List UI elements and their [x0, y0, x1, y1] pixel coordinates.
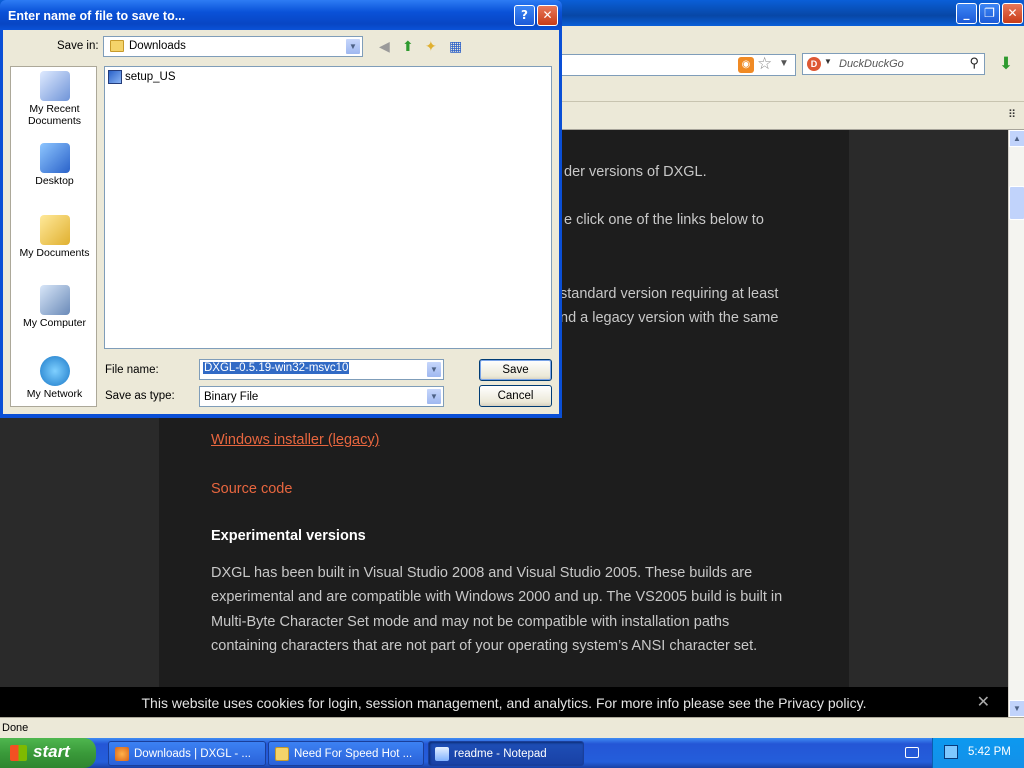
save-file-dialog: Enter name of file to save to... ? ✕ Sav…: [0, 0, 562, 418]
save-as-type-select[interactable]: Binary File ▼: [199, 386, 444, 407]
chevron-down-icon[interactable]: ▼: [426, 361, 442, 378]
clock: 5:42 PM: [968, 746, 1011, 758]
network-icon[interactable]: [944, 745, 958, 759]
status-text: Done: [2, 722, 29, 734]
start-label: start: [33, 742, 70, 761]
rss-feed-icon[interactable]: ◉: [738, 57, 754, 73]
place-label: My Documents: [19, 247, 90, 259]
link-installer-legacy[interactable]: Windows installer (legacy): [211, 432, 379, 448]
duckduckgo-logo-icon[interactable]: D: [807, 57, 821, 71]
my-computer-icon: [39, 285, 70, 315]
task-button-notepad[interactable]: readme - Notepad: [428, 741, 584, 766]
chevron-down-icon[interactable]: ▼: [426, 388, 442, 405]
notepad-icon: [435, 747, 449, 761]
save-in-value: Downloads: [129, 40, 186, 52]
place-label: My Computer: [22, 317, 86, 329]
scroll-up-arrow-icon[interactable]: ▲: [1009, 130, 1024, 147]
paragraph-line: DXGL has been built in Visual Studio 200…: [211, 565, 753, 581]
maximize-button[interactable]: ❐: [979, 3, 1000, 24]
up-folder-icon[interactable]: ⬆: [402, 38, 414, 55]
task-label: Need For Speed Hot ...: [294, 748, 413, 760]
cookie-message: This website uses cookies for login, ses…: [141, 695, 779, 711]
page-text-fragment: der versions of DXGL.: [564, 164, 707, 180]
file-list[interactable]: setup_US: [104, 66, 552, 349]
place-label: Desktop: [35, 175, 74, 187]
grip-icon: ⠿: [1008, 109, 1017, 121]
folder-icon: [275, 747, 289, 761]
task-label: readme - Notepad: [454, 748, 547, 760]
page-text-fragment: e click one of the links below to: [564, 212, 764, 228]
windows-flag-icon: [10, 745, 27, 761]
scroll-thumb[interactable]: [1009, 186, 1024, 220]
save-as-type-label: Save as type:: [105, 390, 175, 402]
search-box[interactable]: D ▼ DuckDuckGo ⚲: [802, 53, 985, 75]
download-arrow-icon[interactable]: ⬇: [992, 53, 1020, 77]
cookie-end: .: [862, 695, 867, 711]
start-button[interactable]: start: [0, 738, 96, 768]
paragraph-line: experimental and are compatible with Win…: [211, 589, 783, 605]
save-button[interactable]: Save: [479, 359, 552, 381]
my-network-icon: [39, 356, 70, 386]
url-dropdown-icon[interactable]: ▼: [779, 58, 789, 69]
experimental-heading: Experimental versions: [211, 528, 366, 544]
task-button-firefox[interactable]: Downloads | DXGL - ...: [108, 741, 266, 766]
save-as-type-value: Binary File: [204, 391, 259, 403]
dialog-title: Enter name of file to save to...: [8, 9, 186, 23]
help-icon[interactable]: ?: [514, 5, 535, 26]
file-name-value: DXGL-0.5.19-win32-msvc10: [203, 362, 350, 374]
dialog-body: Save in: Downloads ▼ ◀ ⬆ ✦ ▦ My Recent D…: [3, 30, 559, 414]
privacy-policy-link[interactable]: Privacy policy: [778, 695, 863, 711]
file-name-input[interactable]: DXGL-0.5.19-win32-msvc10 ▼: [199, 359, 444, 380]
paragraph-line: containing characters that are not part …: [211, 638, 758, 654]
save-in-label: Save in:: [57, 40, 99, 52]
place-my-documents[interactable]: My Documents: [11, 215, 98, 259]
place-label: My Recent Documents: [27, 103, 82, 127]
my-documents-icon: [39, 215, 70, 245]
save-in-select[interactable]: Downloads ▼: [103, 36, 363, 57]
paragraph-line: Multi-Byte Character Set mode and may no…: [211, 614, 730, 630]
keyboard-icon[interactable]: [905, 747, 919, 758]
link-source-code[interactable]: Source code: [211, 481, 292, 497]
back-icon[interactable]: ◀: [379, 38, 390, 55]
setup-file-icon: [108, 70, 122, 84]
recent-documents-icon: [39, 71, 70, 101]
file-name: setup_US: [125, 71, 176, 83]
page-text-fragment: nd a legacy version with the same: [560, 310, 779, 326]
place-desktop[interactable]: Desktop: [11, 143, 98, 187]
task-label: Downloads | DXGL - ...: [134, 748, 251, 760]
place-my-network[interactable]: My Network: [11, 356, 98, 400]
cookie-banner: This website uses cookies for login, ses…: [0, 687, 1008, 717]
place-label: My Network: [26, 388, 83, 400]
task-button-folder[interactable]: Need For Speed Hot ...: [268, 741, 424, 766]
new-folder-icon[interactable]: ✦: [425, 38, 437, 55]
dialog-close-icon[interactable]: ✕: [537, 5, 558, 26]
cookie-close-icon[interactable]: ✕: [977, 692, 990, 712]
close-button[interactable]: ✕: [1002, 3, 1023, 24]
desktop-icon: [39, 143, 70, 173]
bookmark-star-icon[interactable]: ☆: [757, 54, 772, 74]
minimize-button[interactable]: _: [956, 3, 977, 24]
scroll-down-arrow-icon[interactable]: ▼: [1009, 700, 1024, 717]
dialog-titlebar[interactable]: Enter name of file to save to... ? ✕: [0, 0, 562, 30]
search-placeholder: DuckDuckGo: [839, 58, 904, 70]
view-menu-icon[interactable]: ▦: [449, 38, 462, 55]
search-engine-dropdown-icon[interactable]: ▼: [824, 57, 832, 66]
cookie-text: This website uses cookies for login, ses…: [0, 695, 1008, 711]
places-bar: My Recent Documents Desktop My Documents…: [10, 66, 97, 407]
firefox-icon: [115, 747, 129, 761]
place-recent[interactable]: My Recent Documents: [11, 71, 98, 127]
file-name-label: File name:: [105, 364, 159, 376]
chevron-down-icon[interactable]: ▼: [345, 38, 361, 55]
place-my-computer[interactable]: My Computer: [11, 285, 98, 329]
status-bar: Done: [0, 717, 1024, 738]
folder-icon: [110, 40, 124, 52]
page-text-fragment: standard version requiring at least: [560, 286, 779, 302]
search-icon[interactable]: ⚲: [969, 55, 979, 71]
taskbar: start Downloads | DXGL - ... Need For Sp…: [0, 738, 1024, 768]
cancel-button[interactable]: Cancel: [479, 385, 552, 407]
vertical-scrollbar[interactable]: ▲ ▼: [1008, 130, 1024, 717]
